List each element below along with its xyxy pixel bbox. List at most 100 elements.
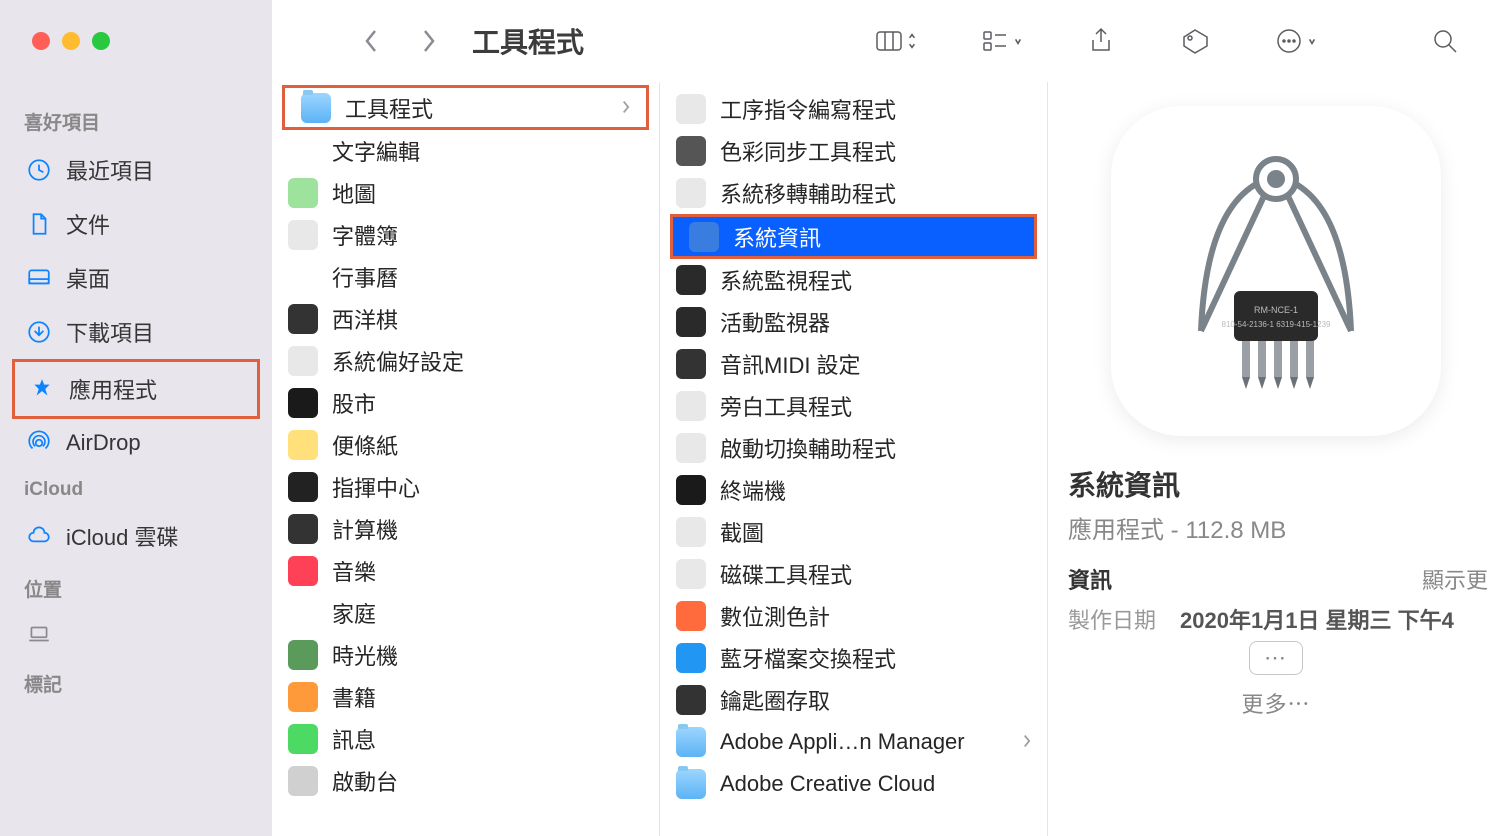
list-item[interactable]: 計算機	[272, 508, 659, 550]
list-item[interactable]: 活動監視器	[660, 301, 1047, 343]
folder-icon	[676, 769, 706, 799]
sidebar-item[interactable]: 桌面	[12, 251, 260, 305]
list-item[interactable]: 磁碟工具程式	[660, 553, 1047, 595]
desktop-icon	[26, 265, 52, 291]
list-item[interactable]: 地圖	[272, 172, 659, 214]
item-label: Adobe Appli…n Manager	[720, 729, 965, 755]
minimize-button[interactable]	[62, 32, 80, 50]
more-actions-button[interactable]: ⋯	[1249, 641, 1303, 675]
list-item[interactable]: 時光機	[272, 634, 659, 676]
list-item[interactable]: 系統偏好設定	[272, 340, 659, 382]
preview-icon: RM-NCE-1 810-54-2136-1 6319-415-1239	[1111, 106, 1441, 436]
stickies-icon	[288, 430, 318, 460]
books-icon	[288, 682, 318, 712]
list-item[interactable]: 訊息	[272, 718, 659, 760]
bluetooth-icon	[676, 643, 706, 673]
list-item[interactable]: 終端機	[660, 469, 1047, 511]
tags-button[interactable]	[1172, 26, 1218, 56]
list-item[interactable]: 鑰匙圈存取	[660, 679, 1047, 721]
clock-icon	[26, 157, 52, 183]
list-item[interactable]: 音訊MIDI 設定	[660, 343, 1047, 385]
sidebar-item[interactable]: 文件	[12, 197, 260, 251]
sidebar-item-label: iCloud 雲碟	[66, 520, 178, 552]
search-button[interactable]	[1422, 26, 1468, 56]
textedit-icon	[288, 136, 318, 166]
share-button[interactable]	[1078, 26, 1124, 56]
list-item[interactable]: 工序指令編寫程式	[660, 88, 1047, 130]
list-item[interactable]: 色彩同步工具程式	[660, 130, 1047, 172]
item-label: 家庭	[332, 597, 376, 629]
item-label: 啟動台	[332, 765, 398, 797]
list-item[interactable]: 系統監視程式	[660, 259, 1047, 301]
sidebar-item[interactable]: 最近項目	[12, 143, 260, 197]
item-label: 工具程式	[345, 92, 433, 124]
group-button[interactable]	[972, 26, 1030, 56]
list-item[interactable]: 音樂	[272, 550, 659, 592]
list-item[interactable]: 系統移轉輔助程式	[660, 172, 1047, 214]
screenshot-icon	[676, 517, 706, 547]
preview-pane: RM-NCE-1 810-54-2136-1 6319-415-1239 系統資…	[1048, 82, 1500, 836]
item-label: 磁碟工具程式	[720, 558, 852, 590]
list-item[interactable]: 指揮中心	[272, 466, 659, 508]
sidebar-item[interactable]: 應用程式	[12, 359, 260, 419]
sidebar-item[interactable]	[12, 610, 260, 658]
list-item[interactable]: 便條紙	[272, 424, 659, 466]
column-applications: 工具程式文字編輯地圖字體簿行事曆西洋棋系統偏好設定股市便條紙指揮中心計算機音樂家…	[272, 82, 660, 836]
home-icon	[288, 598, 318, 628]
list-item[interactable]: 文字編輯	[272, 130, 659, 172]
list-item[interactable]: 工具程式	[282, 85, 649, 130]
chevron-right-icon	[621, 95, 630, 121]
stocks-icon	[288, 388, 318, 418]
sidebar-item[interactable]: AirDrop	[12, 419, 260, 467]
sidebar-item[interactable]: 下載項目	[12, 305, 260, 359]
folder-icon	[301, 93, 331, 123]
list-item[interactable]: 數位測色計	[660, 595, 1047, 637]
diskutil-icon	[676, 559, 706, 589]
toolbar: 工具程式	[0, 0, 1500, 82]
airdrop-icon	[26, 430, 52, 456]
list-item[interactable]: 啟動切換輔助程式	[660, 427, 1047, 469]
svg-text:810-54-2136-1 6319-415-1239: 810-54-2136-1 6319-415-1239	[1222, 320, 1332, 329]
list-item[interactable]: 股市	[272, 382, 659, 424]
list-item[interactable]: 系統資訊	[670, 214, 1037, 259]
list-item[interactable]: 家庭	[272, 592, 659, 634]
view-columns-button[interactable]	[866, 26, 924, 56]
forward-button[interactable]	[404, 26, 452, 56]
sidebar-header: 位置	[24, 575, 248, 602]
actions-button[interactable]	[1266, 26, 1324, 56]
item-label: 系統資訊	[733, 221, 821, 253]
sidebar-item[interactable]: iCloud 雲碟	[12, 509, 260, 563]
list-item[interactable]: 書籍	[272, 676, 659, 718]
list-item[interactable]: 藍牙檔案交換程式	[660, 637, 1047, 679]
item-label: 音訊MIDI 設定	[720, 348, 861, 380]
list-item[interactable]: 截圖	[660, 511, 1047, 553]
cloud-icon	[26, 523, 52, 549]
preview-subtitle: 應用程式 - 112.8 MB	[1068, 510, 1286, 545]
mission-icon	[288, 472, 318, 502]
item-label: 色彩同步工具程式	[720, 135, 896, 167]
keychain-icon	[676, 685, 706, 715]
item-label: 工序指令編寫程式	[720, 93, 896, 125]
doc-icon	[26, 211, 52, 237]
list-item[interactable]: Adobe Creative Cloud	[660, 763, 1047, 805]
list-item[interactable]: 西洋棋	[272, 298, 659, 340]
console-icon	[676, 265, 706, 295]
folder-icon	[676, 727, 706, 757]
back-button[interactable]	[348, 26, 396, 56]
messages-icon	[288, 724, 318, 754]
list-item[interactable]: 啟動台	[272, 760, 659, 802]
preview-show-more[interactable]: 顯示更	[1422, 563, 1488, 595]
list-item[interactable]: 字體簿	[272, 214, 659, 256]
sidebar-header: iCloud	[24, 479, 248, 501]
sidebar-item-label: 桌面	[66, 262, 110, 294]
item-label: 時光機	[332, 639, 398, 671]
calc-icon	[288, 514, 318, 544]
item-label: 文字編輯	[332, 135, 420, 167]
close-button[interactable]	[32, 32, 50, 50]
item-label: 系統移轉輔助程式	[720, 177, 896, 209]
list-item[interactable]: 行事曆	[272, 256, 659, 298]
chess-icon	[288, 304, 318, 334]
list-item[interactable]: Adobe Appli…n Manager	[660, 721, 1047, 763]
maximize-button[interactable]	[92, 32, 110, 50]
list-item[interactable]: 旁白工具程式	[660, 385, 1047, 427]
